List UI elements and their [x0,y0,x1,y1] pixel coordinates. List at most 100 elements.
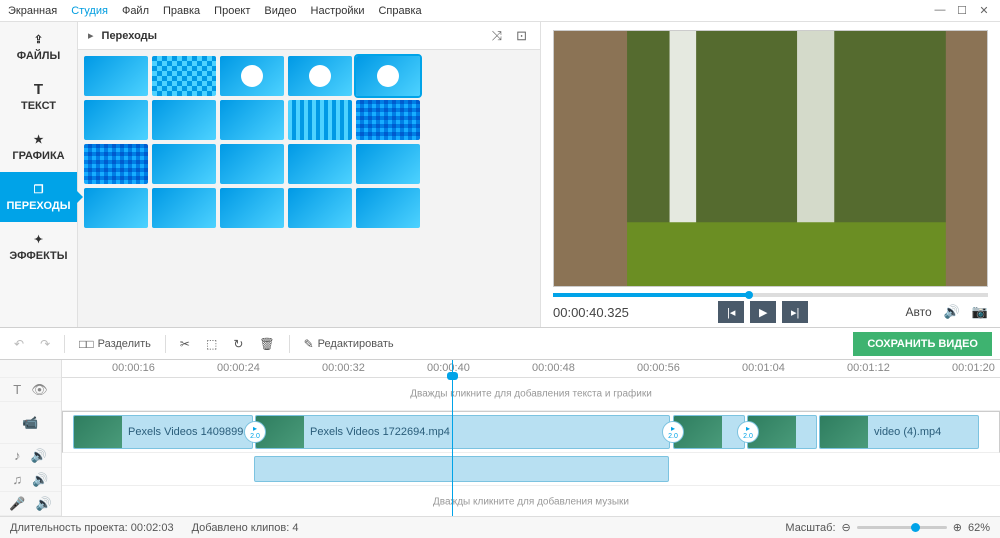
next-frame-button[interactable]: ▸| [782,301,808,323]
play-button[interactable]: ▶ [750,301,776,323]
menu-video[interactable]: Видео [264,5,296,17]
maximize-icon[interactable]: ☐ [954,4,970,17]
transition-thumb[interactable] [84,188,148,228]
zoom-label: Масштаб: [785,522,835,534]
sidebar-tab-effects[interactable]: ✦ЭФФЕКТЫ [0,222,77,272]
transition-thumb[interactable] [356,144,420,184]
duration-label: Длительность проекта: 00:02:03 [10,522,174,534]
transitions-grid [78,50,540,327]
transition-thumb[interactable] [152,144,216,184]
timeline-toolbar: ↶ ↷ □□ Разделить ✂ ⬚ ↻ 🗑 ✎ Редактировать… [0,328,1000,360]
auto-label[interactable]: Авто [905,305,931,319]
text-track-icon[interactable]: T [13,382,21,397]
star-icon: ★ [32,133,46,147]
transition-thumb[interactable] [152,100,216,140]
text-track[interactable]: Дважды кликните для добавления текста и … [62,378,1000,411]
preview-pane: 00:00:40.325 |◂ ▶ ▸| Авто 🔊 📷 [540,22,1000,327]
sidebar-tab-files[interactable]: ⇪ ФАЙЛЫ [0,22,77,72]
crop-button[interactable]: ⬚ [200,333,223,355]
audio-clip[interactable] [254,456,669,482]
transition-thumb[interactable] [220,56,284,96]
sidebar-label: ЭФФЕКТЫ [9,250,67,262]
sidebar-tab-text[interactable]: T ТЕКСТ [0,72,77,122]
sidebar-tab-transitions[interactable]: ❐ ПЕРЕХОДЫ [0,172,77,222]
transition-badge[interactable]: ▸2.0 [662,421,684,443]
music-track[interactable]: Дважды кликните для добавления музыки [62,486,1000,516]
transition-thumb[interactable] [288,188,352,228]
status-bar: Длительность проекта: 00:02:03 Добавлено… [0,516,1000,538]
transition-thumb[interactable] [84,56,148,96]
video-track-icon[interactable]: 📹 [22,415,38,431]
cut-button[interactable]: ✂ [174,333,196,355]
rotate-button[interactable]: ↻ [227,333,249,355]
visibility-icon[interactable]: 👁 [31,382,48,398]
video-track[interactable]: Pexels Videos 1409899.mp4Pexels Videos 1… [62,411,1000,453]
menu-project[interactable]: Проект [214,5,250,17]
save-video-button[interactable]: СОХРАНИТЬ ВИДЕО [853,332,992,356]
menu-file[interactable]: Файл [122,5,149,17]
snapshot-icon[interactable]: 📷 [972,304,988,320]
close-icon[interactable]: ✕ [976,4,992,17]
timeline: T 👁 📹 ♪ 🔊 ♫ 🔊 🎤 🔊 00:00:1600:00:2400:00:3200… [0,360,1000,516]
menu-help[interactable]: Справка [378,5,421,17]
delete-button[interactable]: 🗑 [253,333,280,355]
transition-thumb-selected[interactable] [356,56,420,96]
transition-thumb[interactable] [356,100,420,140]
text-icon: T [32,83,46,97]
transition-thumb[interactable] [288,144,352,184]
edit-button[interactable]: ✎ Редактировать [298,333,400,355]
audio-track[interactable] [62,453,1000,486]
transition-thumb[interactable] [356,188,420,228]
apply-all-icon[interactable]: ⊡ [513,28,530,44]
preview-video[interactable] [553,30,988,287]
time-ruler[interactable]: 00:00:1600:00:2400:00:3200:00:4000:00:48… [62,360,1000,378]
transition-thumb[interactable] [84,100,148,140]
transitions-icon: ❐ [32,183,46,197]
menu-settings[interactable]: Настройки [311,5,365,17]
video-clip[interactable]: Pexels Videos 1722694.mp4 [255,415,670,449]
audio-track-icon[interactable]: ♪ [14,448,21,463]
transition-thumb[interactable] [288,56,352,96]
files-icon: ⇪ [32,33,46,47]
minimize-icon[interactable]: — [932,4,948,17]
preview-scrubber[interactable] [553,293,988,297]
edit-label: Редактировать [318,338,394,350]
panel-title: Переходы [102,30,158,42]
mute-icon[interactable]: 🔊 [36,496,52,512]
video-clip[interactable]: video (4).mp4 [819,415,979,449]
brand-part-1: Экранная [8,5,57,17]
sidebar-label: ФАЙЛЫ [17,50,60,62]
split-button[interactable]: □□ Разделить [73,333,157,355]
transition-thumb[interactable] [152,188,216,228]
transition-badge[interactable]: ▸2.0 [244,421,266,443]
prev-frame-button[interactable]: |◂ [718,301,744,323]
panel-icon: ▸ [88,29,94,42]
transition-thumb[interactable] [220,100,284,140]
redo-button[interactable]: ↷ [34,333,56,355]
sidebar-label: ПЕРЕХОДЫ [7,200,71,212]
volume-icon[interactable]: 🔊 [944,304,960,320]
transition-badge[interactable]: ▸2.0 [737,421,759,443]
zoom-slider[interactable] [857,526,947,529]
track-hint: Дважды кликните для добавления текста и … [410,389,652,400]
shuffle-icon[interactable]: ⤨ [489,28,505,44]
transition-thumb[interactable] [220,144,284,184]
transition-thumb[interactable] [84,144,148,184]
transition-thumb[interactable] [152,56,216,96]
sidebar-tab-graphics[interactable]: ★ГРАФИКА [0,122,77,172]
sidebar-label: ТЕКСТ [21,100,56,112]
mic-track-icon[interactable]: 🎤 [9,496,25,512]
zoom-out-button[interactable]: ⊖ [842,521,851,534]
clips-count: Добавлено клипов: 4 [192,522,299,534]
split-label: Разделить [98,338,151,350]
transition-thumb[interactable] [220,188,284,228]
playhead[interactable] [452,360,453,516]
mute-icon[interactable]: 🔊 [32,472,48,488]
menu-edit[interactable]: Правка [163,5,200,17]
transition-thumb[interactable] [288,100,352,140]
zoom-in-button[interactable]: ⊕ [953,521,962,534]
video-clip[interactable]: Pexels Videos 1409899.mp4 [73,415,253,449]
undo-button[interactable]: ↶ [8,333,30,355]
mute-icon[interactable]: 🔊 [31,448,47,464]
music-track-icon[interactable]: ♫ [13,472,23,487]
